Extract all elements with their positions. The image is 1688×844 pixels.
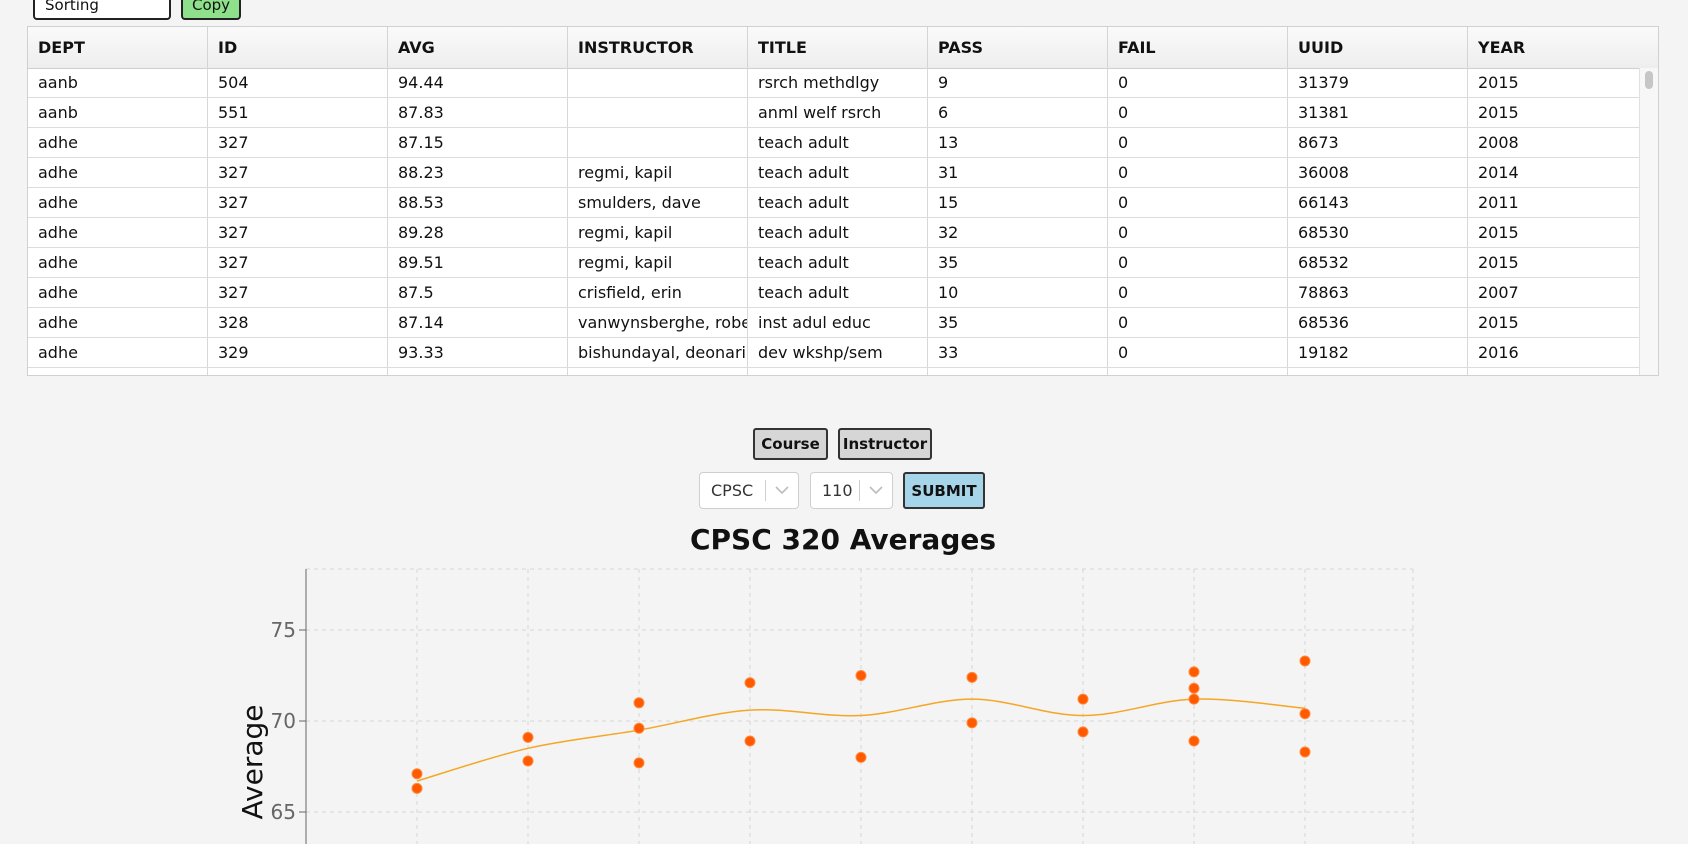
data-point (855, 751, 867, 763)
data-point (411, 782, 423, 794)
data-point (522, 755, 534, 767)
y-tick-label: 75 (271, 618, 296, 642)
y-tick-label: 65 (271, 800, 296, 824)
data-point (1077, 693, 1089, 705)
data-point (633, 722, 645, 734)
data-point (1188, 735, 1200, 747)
y-tick-label: 70 (271, 709, 296, 733)
data-point (411, 768, 423, 780)
data-point (633, 757, 645, 769)
data-point (966, 717, 978, 729)
y-axis-label: Average (236, 705, 269, 820)
data-point (1299, 708, 1311, 720)
data-point (1077, 726, 1089, 738)
averages-scatter-chart: 65 70 75 Average (236, 568, 1414, 844)
data-point (1188, 693, 1200, 705)
data-point (522, 731, 534, 743)
data-point (1299, 655, 1311, 667)
data-point (1299, 746, 1311, 758)
data-point (744, 735, 756, 747)
data-point (855, 670, 867, 681)
data-point (966, 671, 978, 683)
data-point (1188, 682, 1200, 694)
data-point (1188, 666, 1200, 678)
data-point (633, 697, 645, 709)
data-point (744, 677, 756, 689)
